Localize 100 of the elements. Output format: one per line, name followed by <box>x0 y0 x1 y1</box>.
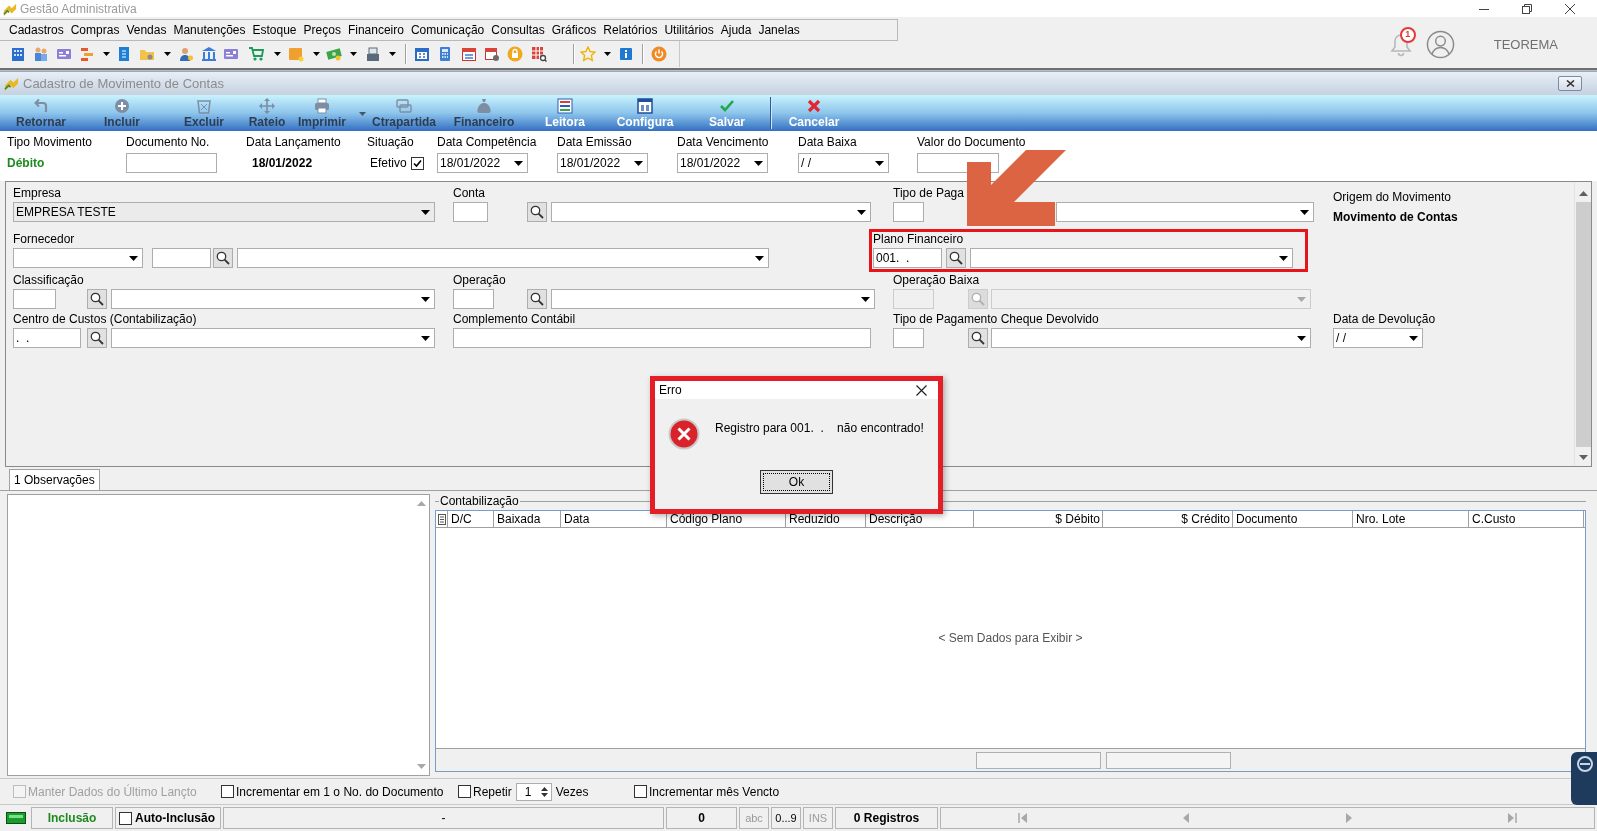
menu-item[interactable]: Estoque <box>250 22 299 38</box>
dropdown-field[interactable] <box>13 248 143 268</box>
card-icon[interactable] <box>55 46 72 62</box>
caret-icon[interactable] <box>102 52 110 56</box>
column-header[interactable]: Código Plano <box>667 511 786 527</box>
calendar-icon[interactable] <box>461 46 477 62</box>
checkbox[interactable] <box>410 156 424 170</box>
dropdown-field[interactable]: 18/01/2022 <box>677 153 768 173</box>
input-field[interactable] <box>453 202 488 222</box>
column-header[interactable]: Documento <box>1233 511 1353 527</box>
table-icon[interactable] <box>531 46 547 62</box>
search-button[interactable] <box>946 248 966 268</box>
input-field[interactable] <box>13 289 56 309</box>
caret-icon[interactable] <box>603 52 611 56</box>
menu-item[interactable]: Preços <box>301 22 343 38</box>
power-icon[interactable] <box>651 46 667 62</box>
building-icon[interactable] <box>9 46 26 62</box>
checkbox[interactable] <box>221 785 234 798</box>
person-icon[interactable] <box>178 46 194 62</box>
ok-button[interactable]: Ok <box>760 470 833 494</box>
bell-icon[interactable] <box>1389 32 1412 57</box>
menu-item[interactable]: Janelas <box>756 22 802 38</box>
search-button[interactable] <box>527 289 547 309</box>
column-header[interactable]: $ Débito <box>974 511 1103 527</box>
scrollbar[interactable] <box>1574 182 1591 466</box>
menu-item[interactable]: Compras <box>68 22 122 38</box>
checkbox[interactable] <box>634 785 647 798</box>
dropdown-field[interactable] <box>1056 202 1314 222</box>
dropdown-field[interactable]: 18/01/2022 <box>437 153 528 173</box>
scroll-up-icon[interactable] <box>417 501 426 506</box>
tab[interactable]: 1 Observações <box>9 469 100 490</box>
scroll-up-icon[interactable] <box>1578 191 1588 196</box>
input-field[interactable]: . . <box>13 328 81 348</box>
menu-item[interactable]: Utilitários <box>662 22 716 38</box>
info-icon[interactable] <box>618 46 634 62</box>
dropdown-field[interactable] <box>111 289 435 309</box>
input-field[interactable]: 001. . <box>873 248 942 268</box>
side-tab-icon[interactable] <box>1571 752 1597 805</box>
menu-item[interactable]: Gráficos <box>549 22 599 38</box>
spinner-arrows-icon[interactable] <box>540 785 548 798</box>
search-button[interactable] <box>87 289 107 309</box>
scrollbar-thumb[interactable] <box>1575 202 1591 447</box>
caret-icon[interactable] <box>273 52 281 56</box>
menu-item[interactable]: Financeiro <box>345 22 406 38</box>
people-icon[interactable] <box>32 46 49 62</box>
column-header[interactable]: C.Custo <box>1469 511 1584 527</box>
grid-menu-icon[interactable] <box>437 513 446 525</box>
column-header[interactable]: Nro. Lote <box>1353 511 1469 527</box>
printer-icon[interactable] <box>365 46 381 62</box>
dropdown-field[interactable]: EMPRESA TESTE <box>13 202 435 222</box>
menu-item[interactable]: Ajuda <box>718 22 754 38</box>
search-button[interactable] <box>527 202 547 222</box>
menu-item[interactable]: Relatórios <box>601 22 660 38</box>
search-button[interactable] <box>87 328 107 348</box>
dropdown-field[interactable] <box>551 289 875 309</box>
money-icon[interactable] <box>326 46 342 62</box>
menu-item[interactable]: Cadastros <box>7 22 66 38</box>
menu-item[interactable]: Vendas <box>124 22 169 38</box>
dropdown-field[interactable] <box>991 328 1311 348</box>
scroll-down-icon[interactable] <box>1578 455 1588 460</box>
dropdown-field[interactable] <box>970 248 1293 268</box>
box-icon[interactable] <box>288 46 304 62</box>
menu-item[interactable]: Consultas <box>489 22 547 38</box>
search-button[interactable] <box>968 328 988 348</box>
cart-icon[interactable] <box>248 46 264 62</box>
input-field[interactable] <box>453 328 871 348</box>
card-icon[interactable] <box>223 46 239 62</box>
caret-icon[interactable] <box>388 52 396 56</box>
close-button[interactable] <box>1558 76 1582 91</box>
dropdown-field[interactable]: 18/01/2022 <box>557 153 648 173</box>
column-header[interactable]: Baixada <box>494 511 561 527</box>
input-field[interactable] <box>126 153 217 173</box>
first-page-icon[interactable] <box>1017 813 1028 823</box>
dropdown-field[interactable] <box>551 202 871 222</box>
number-field[interactable]: 1 <box>515 782 552 801</box>
star-icon[interactable] <box>580 46 596 62</box>
user-icon[interactable] <box>1425 30 1455 59</box>
last-page-icon[interactable] <box>1507 813 1518 823</box>
restore-icon[interactable] <box>1522 3 1532 14</box>
list-icon[interactable] <box>78 46 95 62</box>
close-icon[interactable] <box>1565 3 1575 14</box>
input-field[interactable] <box>893 202 924 222</box>
dropdown-field[interactable] <box>237 248 769 268</box>
search-button[interactable] <box>213 248 233 268</box>
column-header[interactable]: Reduzido <box>786 511 866 527</box>
caret-icon[interactable] <box>163 52 171 56</box>
input-field[interactable] <box>453 289 494 309</box>
dropdown-field[interactable] <box>111 328 435 348</box>
column-header[interactable]: Descrição <box>866 511 974 527</box>
menu-item[interactable]: Comunicação <box>408 22 487 38</box>
scroll-down-icon[interactable] <box>417 764 426 769</box>
dropdown-field[interactable]: / / <box>798 153 889 173</box>
close-icon[interactable] <box>916 384 927 396</box>
checkbox[interactable] <box>119 811 132 825</box>
document-icon[interactable] <box>116 46 132 62</box>
dropdown-field[interactable]: / / <box>1333 328 1423 348</box>
checkbox[interactable] <box>458 785 471 798</box>
input-field[interactable] <box>152 248 211 268</box>
bank-icon[interactable] <box>201 46 217 62</box>
column-header[interactable]: Data <box>561 511 667 527</box>
